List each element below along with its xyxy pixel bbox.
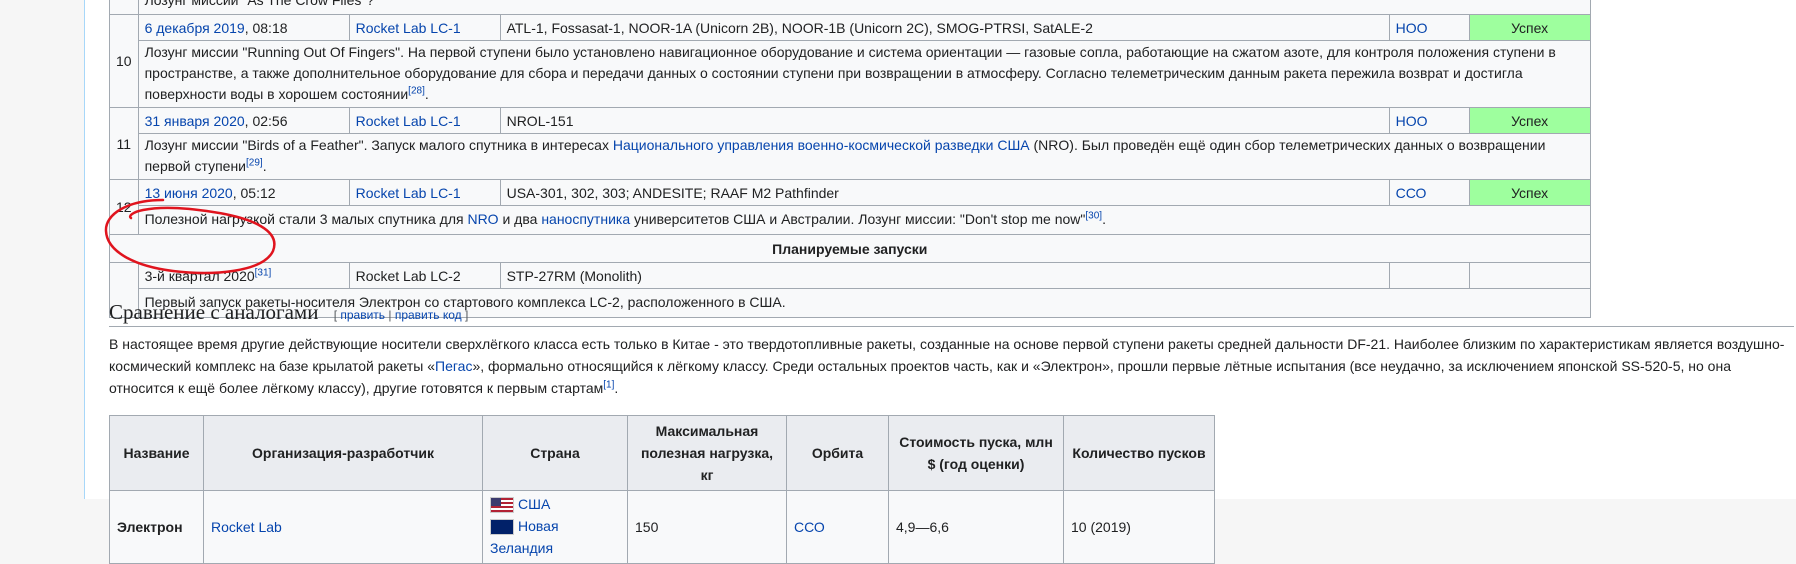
column-header: Орбита [786, 415, 889, 491]
launch-date-link[interactable]: 6 декабря 2019 [145, 20, 245, 36]
orbit-link[interactable]: НОО [1396, 113, 1428, 129]
cell-launches: 10 (2019) [1063, 490, 1215, 564]
payload-cell: ATL-1, Fossasat-1, NOOR-1A (Unicorn 2B),… [499, 14, 1390, 41]
launch-site-link[interactable]: Rocket Lab LC-1 [356, 20, 461, 36]
column-header: Количество пусков [1063, 415, 1215, 491]
reference-link[interactable]: [30] [1085, 210, 1102, 221]
launch-site-link[interactable]: Rocket Lab LC-1 [356, 185, 461, 201]
status-badge: Успех [1468, 107, 1591, 134]
mission-description: Лозунг миссии "Running Out Of Fingers". … [137, 40, 1591, 108]
table-row: Планируемые запуски [109, 234, 1591, 263]
reference-link[interactable]: [28] [408, 85, 425, 96]
planned-launches-header: Планируемые запуски [109, 234, 1591, 263]
column-header: Максимальная полезная нагрузка, кг [627, 415, 787, 491]
cell-cost: 4,9—6,6 [888, 490, 1064, 564]
payload-cell: NROL-151 [499, 107, 1390, 134]
planned-site: Rocket Lab LC-2 [348, 262, 501, 289]
column-header: Страна [482, 415, 628, 491]
payload-cell: USA-301, 302, 303; ANDESITE; RAAF M2 Pat… [499, 179, 1390, 206]
table-row: Лозунг миссии "Running Out Of Fingers". … [110, 40, 1591, 108]
comparison-table: Название Организация-разработчик Страна … [109, 415, 1215, 564]
column-header: Название [109, 415, 204, 491]
status-badge: Успех [1468, 14, 1591, 41]
planned-date: 3-й квартал 2020[31] [137, 262, 350, 289]
cell-name: Электрон [109, 490, 204, 564]
nro-abbr-link[interactable]: NRO [467, 211, 498, 227]
table-row: 12 13 июня 2020, 05:12 Rocket Lab LC-1 U… [109, 179, 1591, 235]
launch-table: Лозунг миссии "As The Crow Flies"? 10 6 … [109, 0, 1591, 318]
planned-payload: STP-27RM (Monolith) [499, 262, 1390, 289]
table-row: 3-й квартал 2020[31] Rocket Lab LC-2 STP… [109, 262, 1591, 318]
reference-link[interactable]: [1] [603, 379, 614, 390]
table-row: Лозунг миссии "Birds of a Feather". Запу… [110, 133, 1591, 180]
new-zealand-flag-icon [490, 519, 514, 536]
table-row: 11 31 января 2020, 02:56 Rocket Lab LC-1… [109, 107, 1591, 180]
mission-description: Полезной нагрузкой стали 3 малых спутник… [137, 205, 1591, 235]
orbit-link[interactable]: НОО [1396, 20, 1428, 36]
table-header-row: Название Организация-разработчик Страна … [109, 415, 1215, 491]
section-heading: Сравнение с аналогами [ править | правит… [109, 298, 1794, 327]
launch-site-link[interactable]: Rocket Lab LC-1 [356, 113, 461, 129]
table-row: Электрон Rocket Lab США Новая Зеландия 1… [109, 490, 1215, 564]
launch-number: 10 [109, 14, 139, 108]
edit-section-links: [ править | править код ] [333, 308, 469, 322]
reference-link[interactable]: [31] [255, 267, 272, 278]
section-title: Сравнение с аналогами [109, 300, 319, 324]
edit-code-link[interactable]: править код [395, 308, 462, 322]
status-badge: Успех [1468, 179, 1591, 206]
comparison-paragraph: В настоящее время другие действующие нос… [109, 336, 1785, 396]
mission-description: Лозунг миссии "As The Crow Flies"? [137, 0, 1591, 15]
orbit-link[interactable]: ССО [1396, 185, 1427, 201]
cell-payload: 150 [627, 490, 787, 564]
org-link[interactable]: Rocket Lab [211, 519, 282, 535]
nanosatellite-link[interactable]: наноспутника [541, 211, 630, 227]
launch-date-link[interactable]: 13 июня 2020 [145, 185, 233, 201]
usa-flag-icon [490, 497, 514, 514]
orbit-link[interactable]: ССО [794, 519, 825, 535]
table-row: 10 6 декабря 2019, 08:18 Rocket Lab LC-1… [109, 14, 1591, 108]
mission-description: Лозунг миссии "Birds of a Feather". Запу… [137, 133, 1591, 180]
column-header: Организация-разработчик [203, 415, 483, 491]
launch-date-link[interactable]: 31 января 2020 [145, 113, 245, 129]
pegasus-link[interactable]: Пегас [435, 358, 472, 374]
nro-link[interactable]: Национального управления военно-космичес… [613, 137, 1030, 153]
table-row: Полезной нагрузкой стали 3 малых спутник… [110, 205, 1591, 235]
table-row: Лозунг миссии "As The Crow Flies"? [109, 0, 1591, 15]
country-link[interactable]: США [518, 496, 550, 512]
launch-number: 12 [109, 179, 139, 235]
column-header: Стоимость пуска, млн $ (год оценки) [888, 415, 1064, 491]
launch-number: 11 [109, 107, 139, 180]
edit-link[interactable]: править [340, 308, 385, 322]
reference-link[interactable]: [29] [246, 157, 263, 168]
